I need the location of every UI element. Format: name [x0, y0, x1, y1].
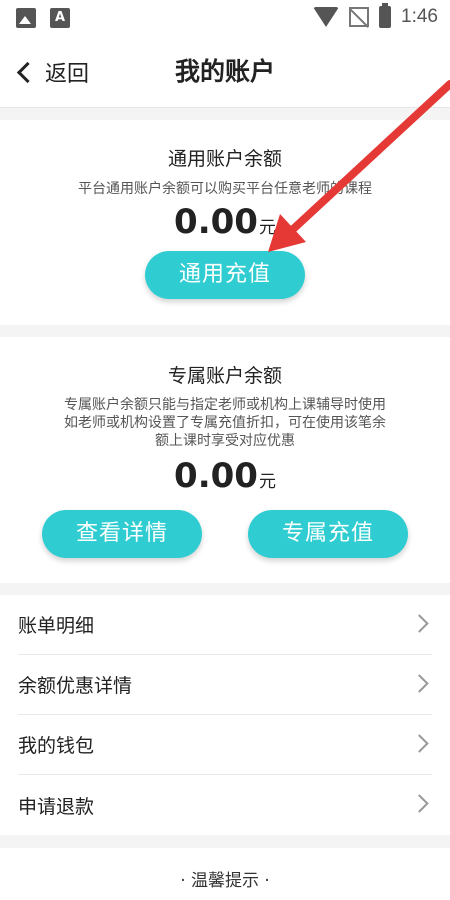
status-time: 1:46: [401, 6, 438, 27]
status-bar: A 1:46: [0, 0, 450, 36]
general-account-unit: 元: [258, 218, 276, 238]
general-account-description: 平台通用账户余额可以购买平台任意老师的课程: [78, 181, 372, 197]
account-menu-list: 账单明细 余额优惠详情 我的钱包 申请退款: [0, 595, 450, 835]
chevron-right-icon: [410, 794, 429, 813]
image-icon: [16, 8, 36, 28]
menu-item-label: 申请退款: [18, 795, 95, 818]
exclusive-desc-line-1: 专属账户余额只能与指定老师或机构上课辅导时使用: [64, 397, 386, 413]
exclusive-desc-line-3: 额上课时享受对应优惠: [155, 433, 295, 449]
chevron-right-icon: [410, 734, 429, 753]
menu-item-bill-details[interactable]: 账单明细: [18, 595, 432, 655]
exclusive-account-balance: 0.00元: [0, 456, 450, 496]
general-recharge-button[interactable]: 通用充值: [145, 251, 305, 299]
chevron-right-icon: [410, 614, 429, 633]
general-account-card: 通用账户余额 平台通用账户余额可以购买平台任意老师的课程 0.00元 通用充值: [0, 120, 450, 325]
app-header: 返回 我的账户: [0, 36, 450, 108]
exclusive-account-unit: 元: [258, 472, 276, 492]
view-details-button[interactable]: 查看详情: [42, 510, 202, 558]
general-account-title: 通用账户余额: [167, 148, 282, 170]
back-label: 返回: [45, 62, 90, 87]
wifi-icon: [313, 7, 340, 27]
menu-item-label: 我的钱包: [18, 735, 95, 757]
general-account-amount: 0.00: [174, 202, 258, 242]
menu-item-label: 余额优惠详情: [18, 675, 133, 697]
tips-label: · 温馨提示 ·: [180, 871, 270, 891]
no-signal-icon: [349, 7, 370, 27]
menu-item-my-wallet[interactable]: 我的钱包: [18, 715, 432, 775]
general-account-balance: 0.00元: [0, 202, 450, 242]
chevron-left-icon: [16, 61, 39, 83]
menu-item-label: 账单明细: [18, 615, 95, 637]
battery-charging-icon: [379, 3, 392, 28]
exclusive-account-description: 专属账户余额只能与指定老师或机构上课辅导时使用 如老师或机构设置了专属充值折扣，…: [0, 396, 450, 450]
chevron-right-icon: [410, 674, 429, 693]
font-icon: A: [50, 8, 70, 28]
menu-item-balance-discount[interactable]: 余额优惠详情: [18, 655, 432, 715]
exclusive-account-title: 专属账户余额: [167, 365, 282, 387]
tips-section: · 温馨提示 ·: [0, 848, 450, 900]
exclusive-account-card: 专属账户余额 专属账户余额只能与指定老师或机构上课辅导时使用 如老师或机构设置了…: [0, 337, 450, 583]
exclusive-recharge-button[interactable]: 专属充值: [248, 510, 408, 558]
exclusive-desc-line-2: 如老师或机构设置了专属充值折扣，可在使用该笔余: [64, 415, 386, 431]
menu-item-refund[interactable]: 申请退款: [18, 775, 432, 835]
exclusive-account-amount: 0.00: [174, 456, 258, 496]
back-button[interactable]: 返回: [14, 36, 89, 108]
